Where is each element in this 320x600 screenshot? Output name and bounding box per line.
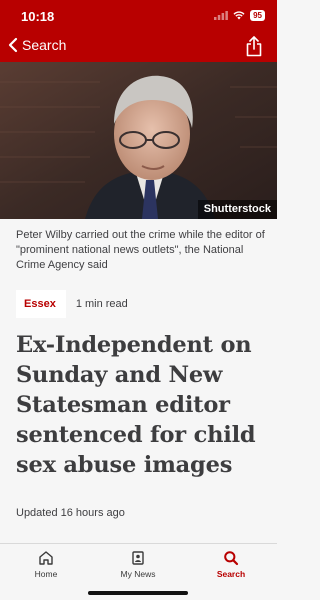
chevron-left-icon — [8, 37, 18, 53]
search-icon — [224, 551, 239, 566]
back-button[interactable]: Search — [8, 37, 66, 53]
hero-photo — [0, 62, 277, 219]
tab-my-news[interactable]: My News — [98, 550, 178, 579]
home-icon — [39, 551, 53, 565]
updated-timestamp: Updated 16 hours ago — [16, 507, 125, 519]
article-headline: Ex-Independent on Sunday and New Statesm… — [16, 332, 256, 478]
battery-indicator: 95 — [250, 10, 265, 21]
tab-my-news-label: My News — [120, 569, 156, 579]
status-bar: 10:18 95 — [0, 0, 277, 32]
image-caption: Peter Wilby carried out the crime while … — [16, 229, 265, 271]
hero-image: Shutterstock — [0, 62, 277, 219]
cellular-signal-icon — [214, 11, 228, 20]
article-meta: Essex 1 min read — [16, 290, 128, 318]
my-news-icon — [132, 551, 144, 565]
wifi-icon — [233, 11, 245, 20]
status-time: 10:18 — [21, 9, 55, 24]
tab-search-label: Search — [216, 569, 246, 579]
home-indicator — [88, 591, 188, 595]
tab-search[interactable]: Search — [191, 550, 271, 579]
read-time: 1 min read — [75, 298, 128, 310]
navigation-bar: Search — [0, 32, 277, 62]
status-icons: 95 — [214, 10, 265, 21]
tab-home[interactable]: Home — [6, 550, 86, 579]
share-icon — [246, 36, 262, 57]
share-button[interactable] — [245, 35, 263, 62]
topic-tag-essex[interactable]: Essex — [16, 290, 66, 318]
tab-home-label: Home — [34, 569, 58, 579]
photo-credit: Shutterstock — [197, 200, 277, 219]
back-button-label: Search — [22, 37, 67, 53]
